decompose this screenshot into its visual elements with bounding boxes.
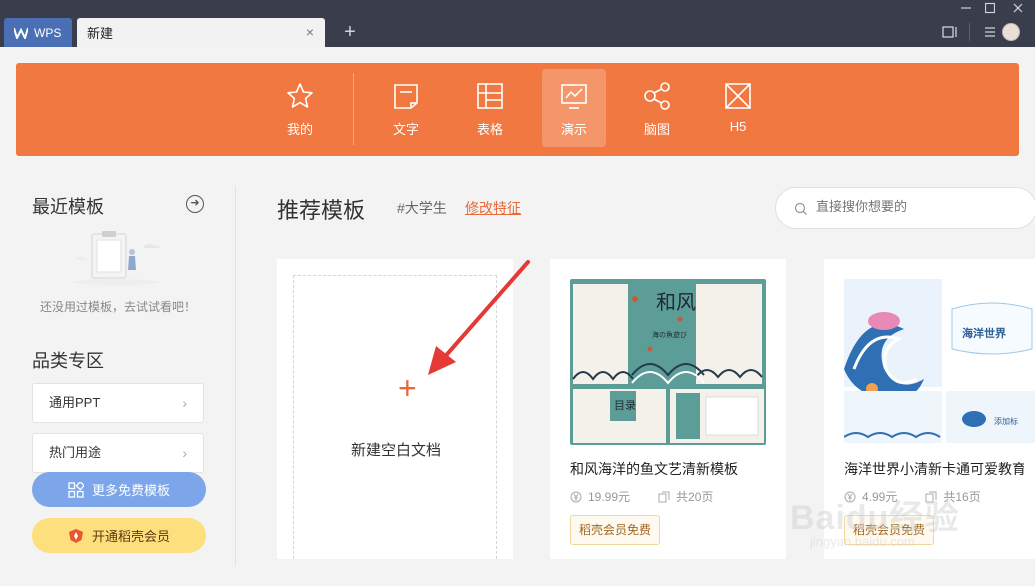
sidebar-divider xyxy=(235,186,236,566)
more-free-templates-label: 更多免费模板 xyxy=(91,483,170,498)
category-item-label: 热门用途 xyxy=(49,445,102,460)
doc-tab-label: 新建 xyxy=(87,26,114,41)
close-tab-icon[interactable]: × xyxy=(303,25,317,39)
category-presentation[interactable]: 演示 xyxy=(542,69,606,147)
reading-mode-icon[interactable] xyxy=(941,24,959,40)
baidu-watermark: Baidu经验 jingyan.baidu.com xyxy=(790,490,1020,570)
search-input[interactable] xyxy=(816,199,1016,214)
category-item-general-ppt[interactable]: 通用PPT › xyxy=(32,383,204,423)
title-bar: WPS 新建 × + xyxy=(0,0,1035,47)
grid-icon xyxy=(68,481,84,498)
feature-tag[interactable]: #大学生 xyxy=(397,198,447,218)
recent-templates-title: 最近模板 xyxy=(32,197,104,217)
category-mine[interactable]: 我的 xyxy=(268,69,332,147)
new-doc-tab[interactable]: 新建 × xyxy=(77,18,325,47)
thumb-subtitle-text: 海の魚遊び xyxy=(652,330,687,339)
search-icon xyxy=(794,202,807,215)
presentation-icon xyxy=(561,84,587,109)
category-presentation-label: 演示 xyxy=(560,122,587,137)
thumb-title-text: 海洋世界 xyxy=(962,326,1006,340)
category-mine-label: 我的 xyxy=(286,122,313,137)
minimize-icon[interactable] xyxy=(954,0,978,16)
wps-home-tab[interactable]: WPS xyxy=(4,18,72,47)
blank-card-dashed-area: + 新建空白文档 xyxy=(293,275,497,559)
wps-logo-icon xyxy=(14,27,28,39)
template-pages: 共20页 xyxy=(676,490,714,504)
table-icon xyxy=(477,83,503,109)
h5-icon xyxy=(725,83,751,109)
member-free-badge: 稻壳会员免费 xyxy=(570,515,661,545)
new-blank-document-card[interactable]: + 新建空白文档 xyxy=(277,259,513,559)
user-avatar[interactable] xyxy=(1002,23,1020,41)
category-item-hot-uses[interactable]: 热门用途 › xyxy=(32,433,204,473)
new-blank-document-label: 新建空白文档 xyxy=(350,442,441,459)
titlebar-divider xyxy=(969,23,970,41)
arrow-right-circle-icon[interactable]: ➜ xyxy=(186,195,204,213)
thumb-toc-text: 目录 xyxy=(614,399,636,412)
category-mindmap[interactable]: 脑图 xyxy=(625,69,689,147)
category-item-label: 通用PPT xyxy=(49,395,101,410)
open-vip-label: 开通稻壳会员 xyxy=(91,529,170,544)
thumb-title-text: 和风 xyxy=(656,290,696,314)
watermark-text: Baidu经验 xyxy=(790,499,960,537)
shell-logo-icon xyxy=(68,528,83,543)
thumb-subtitle-text: 添加标 xyxy=(994,416,1018,426)
more-free-templates-button[interactable]: 更多免费模板 xyxy=(32,472,206,507)
template-card[interactable]: 和风 海の魚遊び 目录 和风海洋的鱼文艺清新模板 19.99元 共20页 稻壳会… xyxy=(550,259,786,559)
pages-icon xyxy=(658,491,670,502)
open-vip-button[interactable]: 开通稻壳会员 xyxy=(32,518,206,553)
category-divider xyxy=(353,73,354,145)
edit-features-link[interactable]: 修改特征 xyxy=(465,198,521,218)
mindmap-icon xyxy=(644,82,670,110)
wps-tab-label: WPS xyxy=(34,25,62,40)
template-price: 19.99元 xyxy=(588,490,631,504)
category-writer-label: 文字 xyxy=(392,122,419,137)
template-thumbnail[interactable]: 和风 海の魚遊び 目录 xyxy=(570,279,766,445)
maximize-icon[interactable] xyxy=(978,0,1002,16)
category-mindmap-label: 脑图 xyxy=(643,122,670,137)
category-spreadsheet[interactable]: 表格 xyxy=(458,69,522,147)
category-h5-label: H5 xyxy=(729,119,747,134)
document-icon xyxy=(394,84,418,109)
chevron-right-icon: › xyxy=(182,445,187,461)
category-writer[interactable]: 文字 xyxy=(374,69,438,147)
star-icon xyxy=(287,83,313,108)
template-name[interactable]: 和风海洋的鱼文艺清新模板 xyxy=(570,459,780,479)
category-h5[interactable]: H5 xyxy=(706,69,770,147)
recommended-templates-title: 推荐模板 xyxy=(277,198,366,223)
empty-clipboard-illustration xyxy=(72,231,160,285)
chevron-right-icon: › xyxy=(182,395,187,411)
template-name[interactable]: 海洋世界小清新卡通可爱教育 xyxy=(844,459,1024,479)
plus-icon: + xyxy=(398,370,417,406)
template-thumbnail[interactable]: 海洋世界 添加标 xyxy=(844,279,1035,445)
watermark-url: jingyan.baidu.com xyxy=(810,534,915,549)
category-bar: 我的 文字 表格 演示 脑图 H5 xyxy=(16,63,1019,156)
template-search-box[interactable] xyxy=(775,187,1035,229)
template-meta: 19.99元 共20页 xyxy=(570,488,713,505)
window-close-icon[interactable] xyxy=(1006,0,1030,16)
left-sidebar: 最近模板 ➜ 还没用过模板，去试试看吧！ 品类专区 通用PPT › 热门用途 ›… xyxy=(16,186,220,566)
empty-recent-text: 还没用过模板，去试试看吧！ xyxy=(39,300,196,314)
add-tab-icon[interactable]: + xyxy=(340,20,360,44)
menu-icon[interactable] xyxy=(982,24,1000,40)
category-spreadsheet-label: 表格 xyxy=(476,122,503,137)
price-icon xyxy=(570,491,582,502)
category-zone-title: 品类专区 xyxy=(32,351,104,371)
